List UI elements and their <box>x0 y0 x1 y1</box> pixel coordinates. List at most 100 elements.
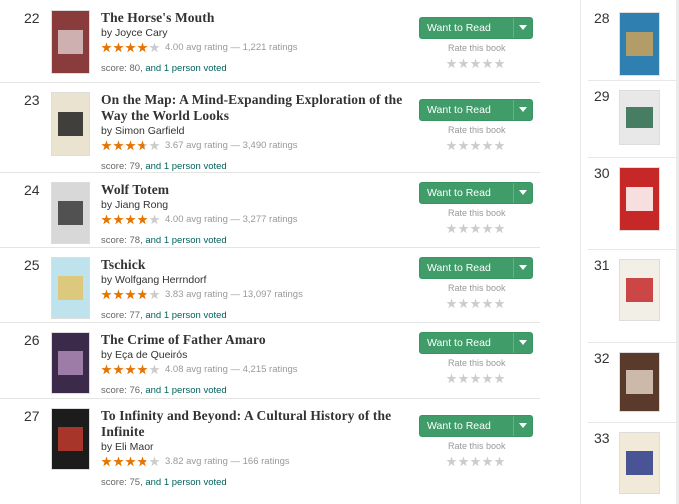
sidebar-book-cover[interactable] <box>619 352 660 412</box>
score-link[interactable]: score: 75, <box>101 477 143 488</box>
score-link[interactable]: score: 76, <box>101 385 143 396</box>
dropdown-caret-icon[interactable] <box>519 265 527 270</box>
book-cover[interactable] <box>51 257 90 319</box>
rating-text: 4.08 avg rating — 4,215 ratings <box>165 364 298 376</box>
rate-stars-widget[interactable] <box>446 221 508 234</box>
rating-text: 4.00 avg rating — 1,221 ratings <box>165 42 298 54</box>
author-line: by Simon Garfield <box>101 125 184 137</box>
sidebar-rank-number: 32 <box>594 350 610 366</box>
star-icon <box>470 298 481 309</box>
button-separator <box>513 18 514 38</box>
author-name-link[interactable]: Jiang Rong <box>115 199 168 211</box>
want-to-read-button[interactable]: Want to Read <box>419 257 533 279</box>
cover-artwork <box>625 278 654 302</box>
book-cover[interactable] <box>51 408 90 470</box>
want-to-read-label: Want to Read <box>427 262 491 274</box>
rate-stars-widget[interactable] <box>446 296 508 309</box>
dropdown-caret-icon[interactable] <box>519 340 527 345</box>
star-icon <box>458 58 469 69</box>
star-icon <box>482 373 493 384</box>
want-to-read-label: Want to Read <box>427 22 491 34</box>
star-icon <box>125 364 136 375</box>
rate-stars <box>446 298 505 309</box>
voters-link[interactable]: and 1 person voted <box>145 385 226 396</box>
by-label: by <box>101 125 113 137</box>
dropdown-caret-icon[interactable] <box>519 107 527 112</box>
voters-link[interactable]: and 1 person voted <box>145 161 226 172</box>
book-title-link[interactable]: Wolf Totem <box>101 182 413 198</box>
book-cover[interactable] <box>51 332 90 394</box>
want-to-read-button[interactable]: Want to Read <box>419 332 533 354</box>
star-icon <box>113 42 124 53</box>
voters-link[interactable]: and 1 person voted <box>145 235 226 246</box>
sidebar-book-cover[interactable] <box>619 432 660 494</box>
sidebar-book-cover[interactable] <box>619 167 660 231</box>
star-icon <box>446 373 457 384</box>
score-line: score: 80, and 1 person voted <box>101 63 227 74</box>
sidebar-book-cover[interactable] <box>619 259 660 321</box>
author-name-link[interactable]: Wolfgang Herrndorf <box>115 274 206 286</box>
score-link[interactable]: score: 77, <box>101 310 143 321</box>
sidebar-book-cover[interactable] <box>619 90 660 145</box>
sidebar-book-cover[interactable] <box>619 12 660 76</box>
want-to-read-label: Want to Read <box>427 337 491 349</box>
want-to-read-label: Want to Read <box>427 187 491 199</box>
book-cover[interactable] <box>51 92 90 156</box>
book-title-link[interactable]: The Crime of Father Amaro <box>101 332 413 348</box>
score-link[interactable]: score: 80, <box>101 63 143 74</box>
want-to-read-button[interactable]: Want to Read <box>419 17 533 39</box>
author-line: by Eli Maor <box>101 441 154 453</box>
star-icon <box>482 140 493 151</box>
star-icon <box>125 42 136 53</box>
rate-this-book-label: Rate this book <box>448 283 506 293</box>
sidebar-row-divider <box>588 80 678 81</box>
sidebar-list: 28 29 30 31 32 33 <box>580 0 679 504</box>
rate-stars-widget[interactable] <box>446 56 508 69</box>
cover-artwork <box>57 276 84 300</box>
star-icon <box>149 289 160 300</box>
cover-artwork <box>57 111 84 137</box>
book-cover[interactable] <box>51 10 90 74</box>
book-title-link[interactable]: To Infinity and Beyond: A Cultural Histo… <box>101 408 413 440</box>
score-link[interactable]: score: 78, <box>101 235 143 246</box>
want-to-read-button[interactable]: Want to Read <box>419 99 533 121</box>
star-icon <box>458 456 469 467</box>
author-name-link[interactable]: Simon Garfield <box>115 125 184 137</box>
score-line: score: 79, and 1 person voted <box>101 161 227 172</box>
book-title-link[interactable]: The Horse's Mouth <box>101 10 413 26</box>
avg-rating: 3.67 avg rating — 3,490 ratings <box>101 140 298 151</box>
book-title-link[interactable]: Tschick <box>101 257 413 273</box>
cover-artwork <box>57 29 84 55</box>
dropdown-caret-icon[interactable] <box>519 423 527 428</box>
book-cover[interactable] <box>51 182 90 244</box>
star-icon <box>482 58 493 69</box>
star-icon <box>149 364 160 375</box>
star-icon <box>482 298 493 309</box>
cover-artwork <box>625 370 654 394</box>
star-icon <box>125 289 136 300</box>
dropdown-caret-icon[interactable] <box>519 25 527 30</box>
voters-link[interactable]: and 1 person voted <box>145 477 226 488</box>
want-to-read-button[interactable]: Want to Read <box>419 182 533 204</box>
cover-artwork <box>625 31 654 57</box>
book-title-link[interactable]: On the Map: A Mind-Expanding Exploration… <box>101 92 413 124</box>
button-separator <box>513 100 514 120</box>
dropdown-caret-icon[interactable] <box>519 190 527 195</box>
score-link[interactable]: score: 79, <box>101 161 143 172</box>
want-to-read-button[interactable]: Want to Read <box>419 415 533 437</box>
rate-stars-widget[interactable] <box>446 454 508 467</box>
author-name-link[interactable]: Eça de Queirós <box>115 349 187 361</box>
by-label: by <box>101 441 113 453</box>
rate-stars-widget[interactable] <box>446 138 508 151</box>
voters-link[interactable]: and 1 person voted <box>145 310 226 321</box>
author-name-link[interactable]: Joyce Cary <box>115 27 168 39</box>
score-line: score: 76, and 1 person voted <box>101 385 227 396</box>
star-icon <box>101 140 112 151</box>
voters-link[interactable]: and 1 person voted <box>145 63 226 74</box>
author-name-link[interactable]: Eli Maor <box>115 441 154 453</box>
rank-number: 27 <box>24 408 40 424</box>
rate-this-book-label: Rate this book <box>448 358 506 368</box>
rate-stars-widget[interactable] <box>446 371 508 384</box>
score-line: score: 75, and 1 person voted <box>101 477 227 488</box>
star-icon <box>113 140 124 151</box>
